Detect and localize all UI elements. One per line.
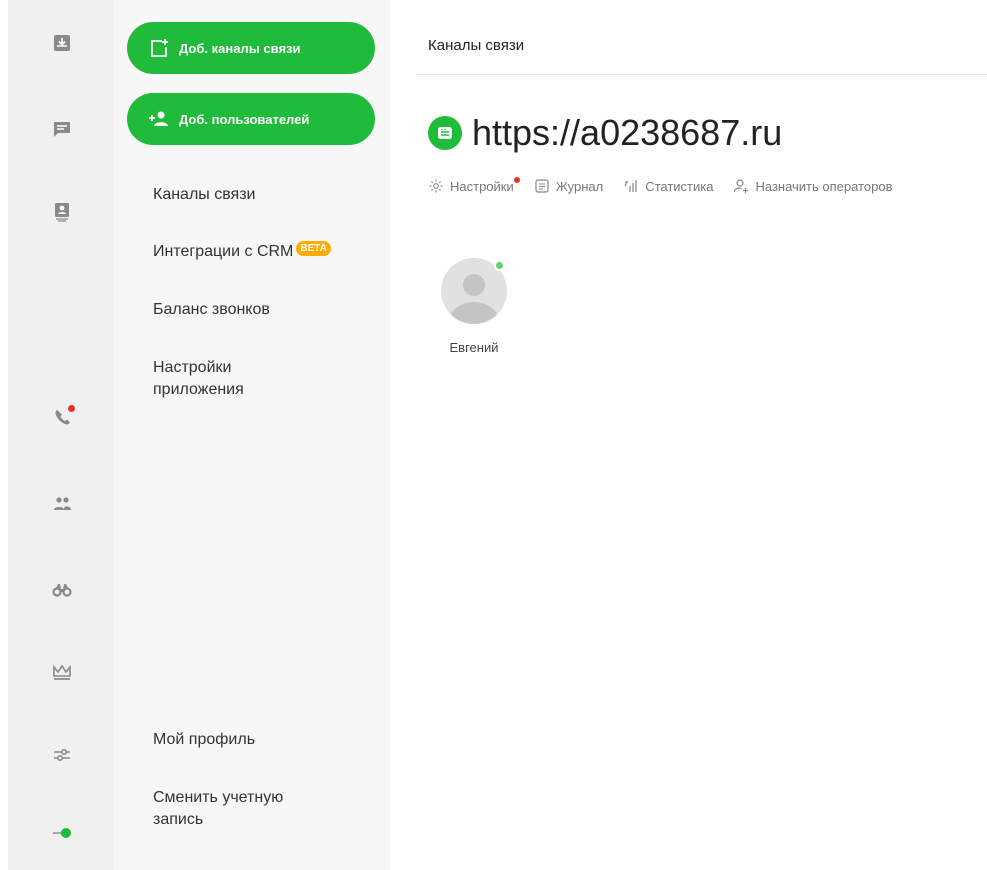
journal-action[interactable]: Журнал bbox=[534, 178, 603, 194]
add-channels-button[interactable]: Доб. каналы связи bbox=[127, 22, 375, 74]
top-bar: Каналы связи bbox=[416, 0, 987, 75]
contacts-icon[interactable] bbox=[51, 201, 73, 223]
crown-icon[interactable] bbox=[51, 661, 73, 683]
menu-item-label: Баланс звонков bbox=[153, 301, 270, 318]
breadcrumb: Каналы связи bbox=[428, 37, 525, 54]
menu-item-label: Сменить учетную запись bbox=[153, 789, 284, 828]
operator-name: Евгений bbox=[449, 340, 499, 355]
journal-icon bbox=[535, 179, 549, 193]
menu-item-channels[interactable]: Каналы связи bbox=[153, 184, 373, 206]
online-status-dot bbox=[494, 260, 505, 271]
channel-actions: Настройки Журнал Статистика Назначить оп… bbox=[428, 177, 912, 194]
secondary-menu: Доб. каналы связи Доб. пользователей Кан… bbox=[114, 0, 390, 870]
menu-item-my-profile[interactable]: Мой профиль bbox=[153, 729, 373, 751]
page-title: https://a0238687.ru bbox=[428, 112, 782, 154]
assign-operators-label: Назначить операторов bbox=[755, 178, 893, 194]
menu-item-label: Каналы связи bbox=[153, 186, 256, 203]
statistics-action[interactable]: Статистика bbox=[623, 178, 713, 194]
operator-card[interactable]: Евгений bbox=[441, 258, 507, 355]
journal-label: Журнал bbox=[555, 178, 604, 194]
settings-alert-dot bbox=[513, 177, 520, 183]
phone-alert-dot bbox=[68, 405, 75, 412]
phone-icon[interactable] bbox=[51, 405, 75, 428]
status-toggle-icon[interactable] bbox=[51, 822, 73, 844]
assign-user-icon bbox=[734, 179, 749, 193]
add-channel-icon bbox=[151, 39, 168, 57]
add-users-label: Доб. пользователей bbox=[179, 111, 310, 127]
settings-action[interactable]: Настройки bbox=[428, 177, 520, 194]
beta-badge: BETA bbox=[296, 241, 331, 256]
users-icon[interactable] bbox=[51, 493, 73, 515]
add-user-icon bbox=[149, 111, 168, 126]
site-url: https://a0238687.ru bbox=[472, 112, 783, 153]
inbox-icon[interactable] bbox=[51, 32, 73, 54]
chat-icon[interactable] bbox=[51, 118, 73, 140]
menu-item-crm-integrations[interactable]: Интеграции с CRM BETA bbox=[153, 241, 373, 263]
add-users-button[interactable]: Доб. пользователей bbox=[127, 93, 375, 145]
site-widget-icon bbox=[428, 116, 462, 150]
menu-item-label: Настройки приложения bbox=[153, 359, 244, 398]
menu-item-label: Мой профиль bbox=[153, 731, 256, 748]
icon-rail bbox=[8, 0, 114, 870]
add-channels-label: Доб. каналы связи bbox=[179, 40, 301, 56]
statistics-label: Статистика bbox=[645, 178, 714, 194]
gear-icon bbox=[429, 179, 443, 193]
sliders-icon[interactable] bbox=[51, 744, 73, 766]
menu-item-call-balance[interactable]: Баланс звонков bbox=[153, 299, 373, 321]
menu-item-switch-account[interactable]: Сменить учетную запись bbox=[153, 787, 313, 831]
main-content: Каналы связи https://a0238687.ru Настрой… bbox=[390, 0, 987, 870]
menu-item-label: Интеграции с CRM bbox=[153, 243, 294, 260]
statistics-icon bbox=[624, 180, 637, 192]
assign-operators-action[interactable]: Назначить операторов bbox=[733, 178, 892, 194]
binoculars-icon[interactable] bbox=[51, 578, 73, 600]
settings-label: Настройки bbox=[450, 178, 514, 194]
menu-item-app-settings[interactable]: Настройки приложения bbox=[153, 357, 293, 401]
